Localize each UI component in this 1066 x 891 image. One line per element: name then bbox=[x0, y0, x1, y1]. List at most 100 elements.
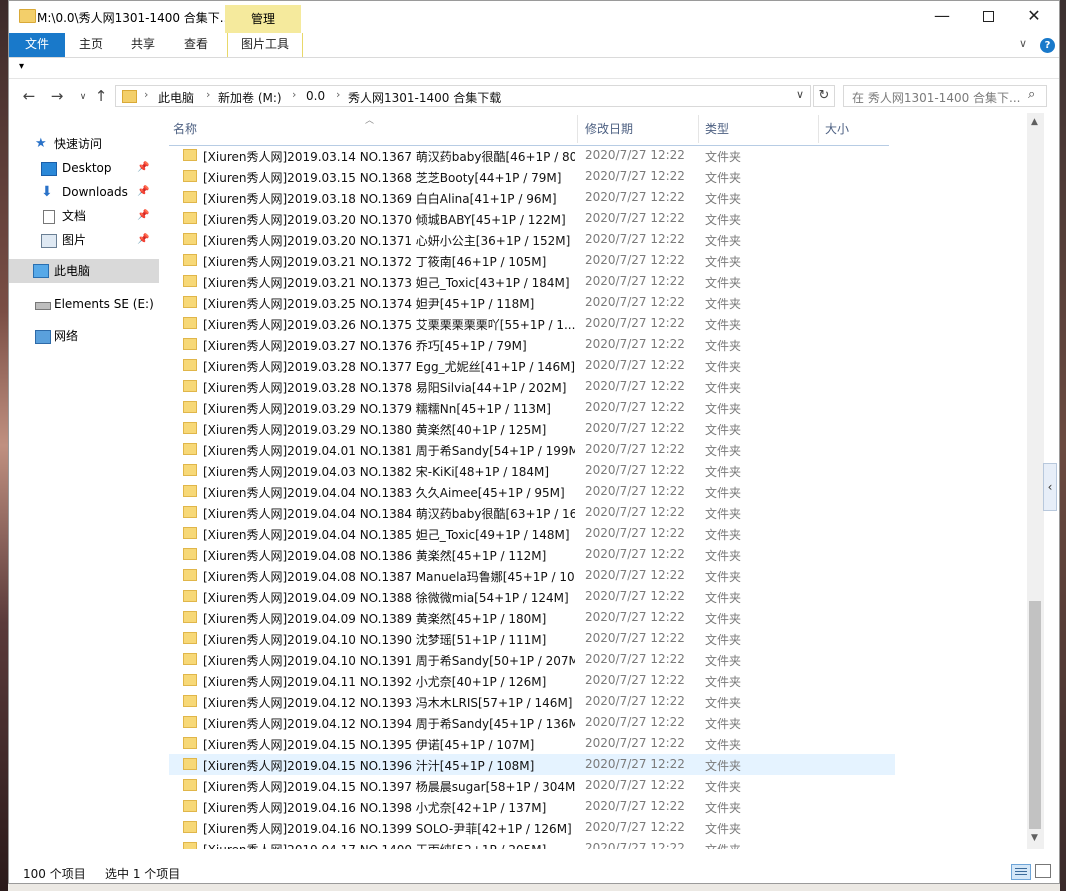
table-row[interactable]: [Xiuren秀人网]2019.03.27 NO.1376 乔巧[45+1P /… bbox=[169, 334, 895, 355]
back-button[interactable]: ← bbox=[19, 87, 39, 105]
file-name: [Xiuren秀人网]2019.03.28 NO.1378 易阳Silvia[4… bbox=[203, 381, 567, 395]
scroll-thumb[interactable] bbox=[1029, 601, 1041, 829]
search-input[interactable]: 在 秀人网1301-1400 合集下... ⌕ bbox=[843, 85, 1047, 107]
chevron-right-icon[interactable]: › bbox=[144, 88, 148, 101]
table-row[interactable]: [Xiuren秀人网]2019.04.12 NO.1393 冯木木LRIS[57… bbox=[169, 691, 895, 712]
customize-toolbar-icon[interactable]: ▾ bbox=[19, 61, 24, 72]
table-row[interactable]: [Xiuren秀人网]2019.04.04 NO.1384 萌汉药baby很酷[… bbox=[169, 502, 895, 523]
tab-picture-tools[interactable]: 图片工具 bbox=[227, 33, 303, 57]
help-icon[interactable]: ? bbox=[1040, 38, 1055, 53]
nav-network[interactable]: 网络 bbox=[9, 325, 159, 347]
crumb-this-pc[interactable]: 此电脑 bbox=[158, 89, 194, 106]
crumb-drive[interactable]: 新加卷 (M:) bbox=[218, 89, 282, 106]
nav-downloads[interactable]: ⬇ Downloads 📌 bbox=[9, 181, 159, 203]
file-type: 文件夹 bbox=[705, 696, 742, 710]
column-name[interactable]: 名称 bbox=[173, 113, 573, 145]
nav-this-pc[interactable]: 此电脑 bbox=[9, 259, 159, 283]
table-row[interactable]: [Xiuren秀人网]2019.04.08 NO.1387 Manuela玛鲁娜… bbox=[169, 565, 895, 586]
table-row[interactable]: [Xiuren秀人网]2019.04.09 NO.1389 黄楽然[45+1P … bbox=[169, 607, 895, 628]
file-name: [Xiuren秀人网]2019.03.18 NO.1369 白白Alina[41… bbox=[203, 192, 557, 206]
table-row[interactable]: [Xiuren秀人网]2019.04.15 NO.1397 杨晨晨sugar[5… bbox=[169, 775, 895, 796]
table-row[interactable]: [Xiuren秀人网]2019.03.28 NO.1378 易阳Silvia[4… bbox=[169, 376, 895, 397]
close-button[interactable]: ✕ bbox=[1011, 1, 1057, 33]
title-bar[interactable]: M:\0.0\秀人网1301-1400 合集下... 管理 — ✕ bbox=[9, 1, 1059, 33]
pin-icon[interactable]: 📌 bbox=[137, 157, 149, 179]
chevron-down-icon[interactable]: ∨ bbox=[796, 88, 804, 101]
table-row[interactable]: [Xiuren秀人网]2019.03.26 NO.1375 艾栗栗栗栗栗吖[55… bbox=[169, 313, 895, 334]
pin-icon[interactable]: 📌 bbox=[137, 205, 149, 227]
table-row[interactable]: [Xiuren秀人网]2019.03.28 NO.1377 Egg_尤妮丝[41… bbox=[169, 355, 895, 376]
tab-manage[interactable]: 管理 bbox=[225, 5, 301, 33]
nav-pictures[interactable]: 图片 📌 bbox=[9, 229, 159, 251]
table-row[interactable]: [Xiuren秀人网]2019.03.15 NO.1368 芝芝Booty[44… bbox=[169, 166, 895, 187]
table-row[interactable]: [Xiuren秀人网]2019.04.04 NO.1383 久久Aimee[45… bbox=[169, 481, 895, 502]
crumb-current-folder[interactable]: 秀人网1301-1400 合集下载 bbox=[348, 89, 501, 106]
nav-documents[interactable]: 文档 📌 bbox=[9, 205, 159, 227]
address-bar[interactable]: › 此电脑 › 新加卷 (M:) › 0.0 › 秀人网1301-1400 合集… bbox=[115, 85, 811, 107]
table-row[interactable]: [Xiuren秀人网]2019.03.18 NO.1369 白白Alina[41… bbox=[169, 187, 895, 208]
table-row[interactable]: [Xiuren秀人网]2019.04.10 NO.1390 沈梦瑶[51+1P … bbox=[169, 628, 895, 649]
table-row[interactable]: [Xiuren秀人网]2019.03.21 NO.1372 丁筱南[46+1P … bbox=[169, 250, 895, 271]
pin-icon[interactable]: 📌 bbox=[137, 181, 149, 203]
table-row[interactable]: [Xiuren秀人网]2019.03.20 NO.1371 心妍小公主[36+1… bbox=[169, 229, 895, 250]
expand-ribbon-icon[interactable]: ∨ bbox=[1019, 37, 1027, 50]
nav-quick-access[interactable]: ★ 快速访问 bbox=[9, 133, 159, 155]
table-row[interactable]: [Xiuren秀人网]2019.04.11 NO.1392 小尤奈[40+1P … bbox=[169, 670, 895, 691]
file-date: 2020/7/27 12:22 bbox=[585, 295, 685, 309]
column-divider[interactable] bbox=[818, 115, 819, 143]
table-row[interactable]: [Xiuren秀人网]2019.04.09 NO.1388 徐微微mia[54+… bbox=[169, 586, 895, 607]
table-row[interactable]: [Xiuren秀人网]2019.04.01 NO.1381 周于希Sandy[5… bbox=[169, 439, 895, 460]
column-date[interactable]: 修改日期 bbox=[585, 113, 695, 145]
crumb-folder-0-0[interactable]: 0.0 bbox=[306, 89, 325, 103]
table-row[interactable]: [Xiuren秀人网]2019.04.03 NO.1382 宋-KiKi[48+… bbox=[169, 460, 895, 481]
scroll-up-icon[interactable]: ▲ bbox=[1031, 117, 1038, 127]
up-button[interactable]: ↑ bbox=[91, 87, 111, 105]
table-row[interactable]: [Xiuren秀人网]2019.04.17 NO.1400 王雨纯[52+1P … bbox=[169, 838, 895, 849]
table-row[interactable]: [Xiuren秀人网]2019.03.29 NO.1379 糯糯Nn[45+1P… bbox=[169, 397, 895, 418]
scroll-down-icon[interactable]: ▼ bbox=[1031, 833, 1038, 843]
table-row[interactable]: [Xiuren秀人网]2019.03.14 NO.1367 萌汉药baby很酷[… bbox=[169, 145, 895, 166]
tab-view[interactable]: 查看 bbox=[171, 33, 221, 57]
details-view-icon[interactable] bbox=[1011, 864, 1031, 880]
table-row[interactable]: [Xiuren秀人网]2019.04.15 NO.1395 伊诺[45+1P /… bbox=[169, 733, 895, 754]
large-icons-view-icon[interactable] bbox=[1035, 864, 1051, 878]
chevron-right-icon[interactable]: › bbox=[206, 88, 210, 101]
table-row[interactable]: [Xiuren秀人网]2019.03.21 NO.1373 妲己_Toxic[4… bbox=[169, 271, 895, 292]
vertical-scrollbar[interactable]: ▲ ▼ bbox=[1027, 113, 1044, 849]
table-row[interactable]: [Xiuren秀人网]2019.04.12 NO.1394 周于希Sandy[4… bbox=[169, 712, 895, 733]
table-row[interactable]: [Xiuren秀人网]2019.04.04 NO.1385 妲己_Toxic[4… bbox=[169, 523, 895, 544]
folder-icon bbox=[183, 779, 197, 791]
pin-icon[interactable]: 📌 bbox=[137, 229, 149, 251]
folder-icon bbox=[183, 359, 197, 371]
table-row[interactable]: [Xiuren秀人网]2019.04.08 NO.1386 黄楽然[45+1P … bbox=[169, 544, 895, 565]
table-row[interactable]: [Xiuren秀人网]2019.04.16 NO.1399 SOLO-尹菲[42… bbox=[169, 817, 895, 838]
maximize-button[interactable] bbox=[965, 1, 1011, 33]
chevron-left-icon[interactable]: ‹ bbox=[1043, 463, 1057, 511]
tab-home[interactable]: 主页 bbox=[67, 33, 115, 57]
table-row[interactable]: [Xiuren秀人网]2019.04.10 NO.1391 周于希Sandy[5… bbox=[169, 649, 895, 670]
background-window-edge bbox=[8, 884, 1060, 891]
column-divider[interactable] bbox=[577, 115, 578, 143]
table-row[interactable]: [Xiuren秀人网]2019.03.20 NO.1370 倾城BABY[45+… bbox=[169, 208, 895, 229]
table-row[interactable]: [Xiuren秀人网]2019.03.25 NO.1374 妲尹[45+1P /… bbox=[169, 292, 895, 313]
chevron-right-icon[interactable]: › bbox=[292, 88, 296, 101]
file-name: [Xiuren秀人网]2019.04.12 NO.1393 冯木木LRIS[57… bbox=[203, 696, 573, 710]
column-type[interactable]: 类型 bbox=[705, 113, 815, 145]
recent-locations-icon[interactable]: ∨ bbox=[73, 92, 93, 102]
table-row[interactable]: [Xiuren秀人网]2019.03.29 NO.1380 黄楽然[40+1P … bbox=[169, 418, 895, 439]
column-divider[interactable] bbox=[698, 115, 699, 143]
tab-file[interactable]: 文件 bbox=[9, 33, 65, 57]
column-size[interactable]: 大小 bbox=[825, 113, 895, 145]
table-row[interactable]: [Xiuren秀人网]2019.04.15 NO.1396 汁汁[45+1P /… bbox=[169, 754, 895, 775]
nav-label: 图片 bbox=[62, 233, 87, 247]
minimize-button[interactable]: — bbox=[919, 1, 965, 33]
nav-elements-drive[interactable]: Elements SE (E:) bbox=[9, 293, 159, 315]
file-date: 2020/7/27 12:22 bbox=[585, 316, 685, 330]
table-row[interactable]: [Xiuren秀人网]2019.04.16 NO.1398 小尤奈[42+1P … bbox=[169, 796, 895, 817]
nav-desktop[interactable]: Desktop 📌 bbox=[9, 157, 159, 179]
file-type: 文件夹 bbox=[705, 465, 742, 479]
refresh-button[interactable]: ↻ bbox=[813, 85, 835, 107]
tab-share[interactable]: 共享 bbox=[119, 33, 167, 57]
forward-button[interactable]: → bbox=[47, 87, 67, 105]
chevron-right-icon[interactable]: › bbox=[336, 88, 340, 101]
